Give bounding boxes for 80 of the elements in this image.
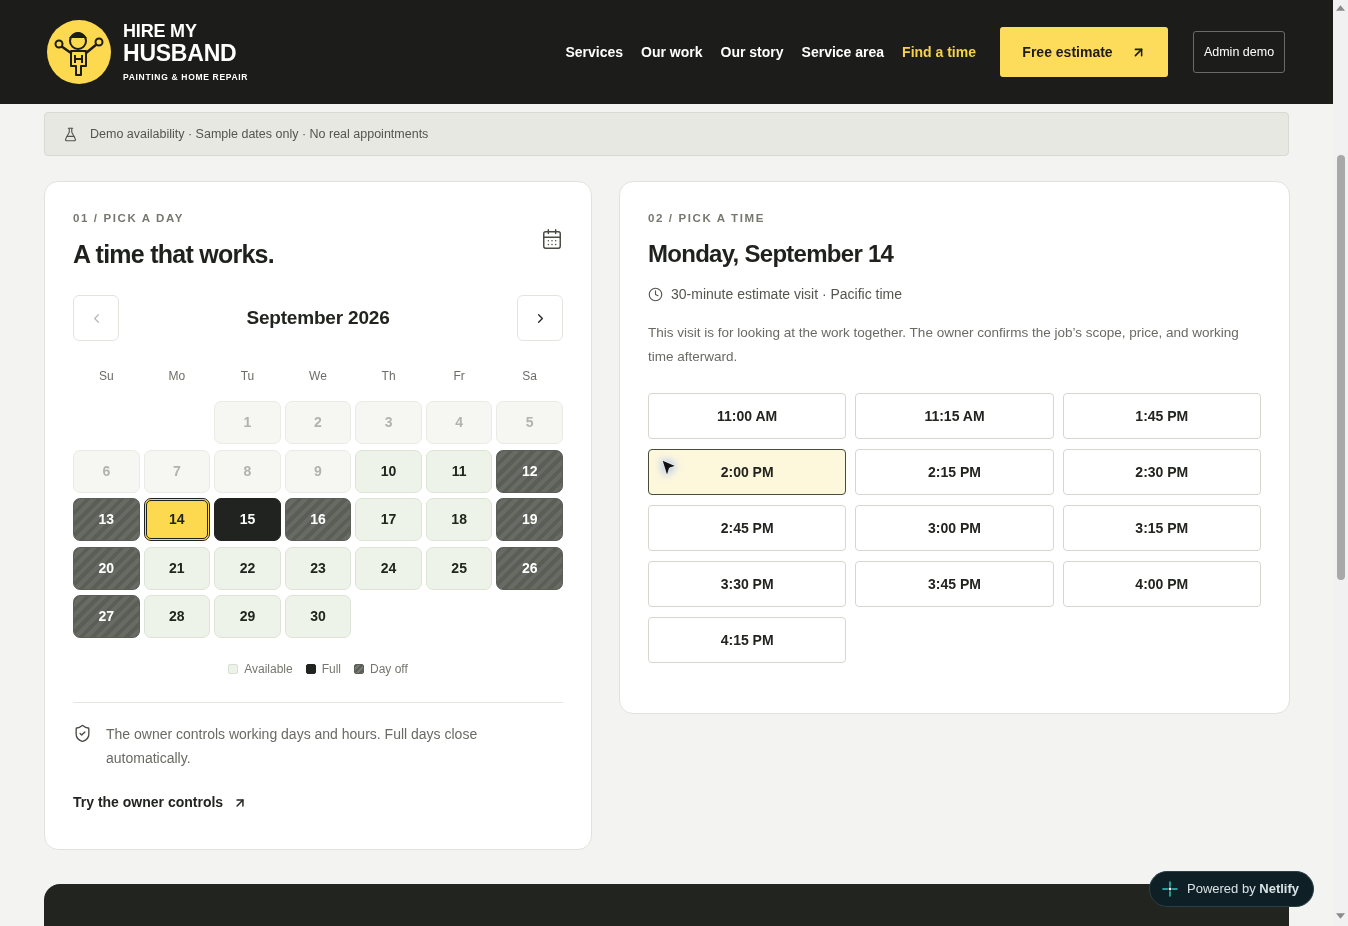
weekday-label: Th: [380, 368, 397, 384]
owner-controls-link[interactable]: Try the owner controls: [73, 792, 248, 813]
flask-icon: [63, 126, 78, 142]
nav-link[interactable]: Find a time: [902, 41, 976, 63]
calendar-day[interactable]: 30: [284, 595, 352, 638]
calendar-day[interactable]: 27: [73, 595, 140, 638]
time-slot[interactable]: 4:00 PM: [1062, 561, 1261, 607]
next-month-button[interactable]: [517, 295, 563, 341]
step-label: 02 / PICK A TIME: [648, 211, 766, 226]
scroll-down-arrow-icon[interactable]: [1336, 913, 1345, 919]
legend-swatch-icon: [354, 664, 364, 674]
calendar-day[interactable]: 16: [284, 498, 352, 541]
calendar-icon: [541, 228, 563, 250]
calendar-day[interactable]: 13: [73, 498, 140, 541]
calendar-day[interactable]: 10: [355, 449, 422, 493]
time-slot[interactable]: 3:45 PM: [855, 561, 1054, 607]
calendar-day[interactable]: 24: [355, 546, 422, 590]
netlify-badge[interactable]: Powered by Netlify: [1149, 871, 1314, 907]
mouse-pointer-icon: [661, 459, 677, 477]
brand-name: HIRE MY: [123, 20, 198, 41]
time-slot[interactable]: 3:30 PM: [648, 561, 847, 607]
admin-demo-button[interactable]: Admin demo: [1193, 31, 1285, 73]
clock-icon: [648, 286, 663, 302]
calendar-day[interactable]: 15: [214, 498, 281, 541]
calendar-day[interactable]: 18: [425, 498, 493, 541]
calendar-day[interactable]: 14: [143, 498, 211, 541]
visit-description: This visit is for looking at the work together. The owner confirms the job’s scope, price, and working time afterward.: [648, 324, 1240, 366]
legend-swatch-icon: [305, 664, 316, 674]
calendar-day[interactable]: 20: [73, 546, 140, 590]
weekday-label: Mo: [167, 368, 187, 384]
calendar-day[interactable]: 28: [143, 595, 211, 638]
legend-label: Full: [321, 661, 341, 677]
time-slot[interactable]: 2:15 PM: [855, 449, 1054, 495]
calendar-day[interactable]: 26: [496, 546, 563, 590]
brand-name: HUSBAND: [123, 40, 238, 66]
time-slot[interactable]: 2:00 PM: [648, 449, 847, 495]
time-slot[interactable]: 1:45 PM: [1062, 393, 1261, 439]
time-slot[interactable]: 3:15 PM: [1062, 505, 1261, 551]
calendar-day[interactable]: 21: [143, 546, 211, 590]
weekday-label: Tu: [239, 368, 256, 384]
step-label: 01 / PICK A DAY: [73, 211, 186, 226]
legend-label: Available: [244, 661, 293, 677]
calendar-day[interactable]: 19: [496, 498, 563, 541]
crosshair-icon: [1162, 881, 1178, 897]
owner-note: The owner controls working days and hours. Full days close automatically.: [106, 725, 479, 768]
section-title: A time that works.: [73, 239, 274, 270]
time-slot[interactable]: 11:00 AM: [648, 393, 847, 439]
legend-label: Day off: [370, 661, 408, 677]
weekday-label: Sa: [521, 368, 539, 384]
calendar-day[interactable]: 25: [425, 546, 493, 590]
free-estimate-button[interactable]: Free estimate: [1000, 27, 1168, 77]
time-slot[interactable]: 11:15 AM: [855, 393, 1054, 439]
calendar-day[interactable]: 17: [355, 498, 422, 541]
calendar-day[interactable]: 12: [496, 449, 563, 493]
notice-text: Demo availability · Sample dates only · No real appointments: [90, 125, 429, 143]
nav-link[interactable]: Our story: [720, 41, 784, 63]
legend-swatch-icon: [228, 664, 239, 674]
mascot-logo-icon: [47, 20, 111, 84]
weekday-label: Su: [97, 368, 115, 384]
nav-link[interactable]: Services: [565, 41, 624, 63]
calendar-day[interactable]: 22: [214, 546, 281, 590]
month-title: September 2026: [246, 305, 390, 330]
nav-link[interactable]: Service area: [801, 41, 885, 63]
time-slot[interactable]: 2:45 PM: [648, 505, 847, 551]
nav-link[interactable]: Our work: [641, 41, 703, 63]
visit-meta: 30-minute estimate visit · Pacific time: [671, 285, 903, 304]
calendar-day[interactable]: 29: [214, 595, 281, 638]
time-slot[interactable]: 3:00 PM: [855, 505, 1054, 551]
calendar-day[interactable]: 11: [425, 449, 493, 493]
selected-date-title: Monday, September 14: [648, 239, 895, 269]
scroll-up-arrow-icon[interactable]: [1336, 5, 1345, 11]
calendar-day[interactable]: 23: [284, 546, 352, 590]
time-slot[interactable]: 2:30 PM: [1062, 449, 1261, 495]
weekday-label: Fr: [452, 368, 466, 384]
scrollbar-thumb[interactable]: [1337, 155, 1345, 580]
weekday-label: We: [308, 368, 328, 384]
brand-tagline: PAINTING & HOME REPAIR: [123, 70, 249, 84]
time-slot[interactable]: 4:15 PM: [648, 617, 847, 663]
shield-check-icon: [73, 724, 92, 743]
netlify-badge-text: Powered by Netlify: [1187, 880, 1299, 899]
